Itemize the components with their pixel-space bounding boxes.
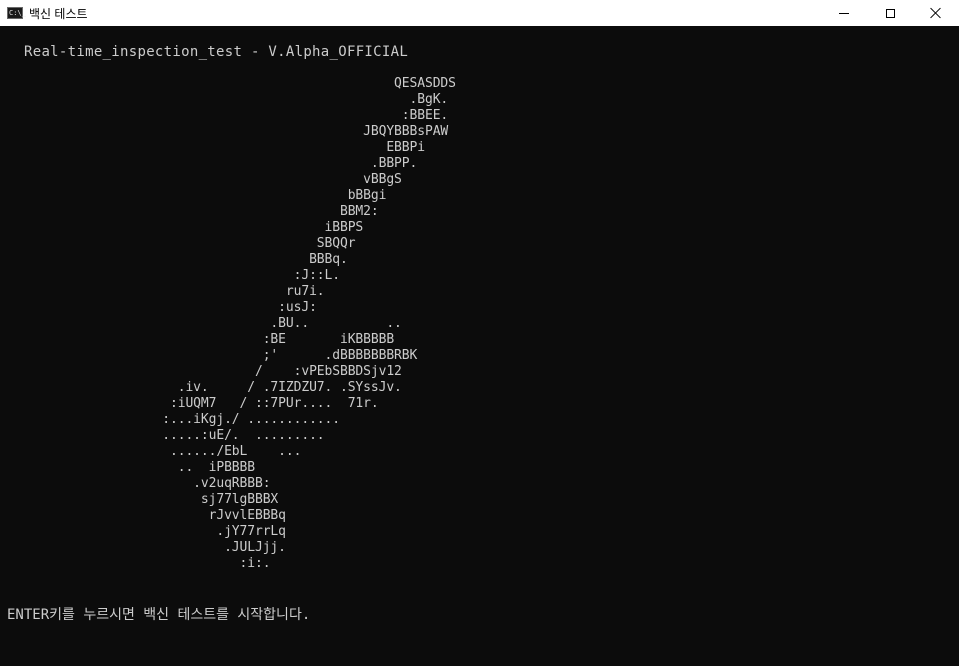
ascii-art-line: :BBEE. [0, 108, 449, 123]
ascii-art-line: :iUQM7 / ::7PUr.... 71r. [0, 396, 379, 411]
ascii-art-line: ....../EbL ... [0, 444, 302, 459]
maximize-icon [885, 8, 895, 18]
ascii-art-line: .BgK. [0, 92, 449, 107]
maximize-button[interactable] [867, 0, 913, 26]
ascii-art-line: vBBgS [0, 172, 402, 187]
window-controls [821, 0, 959, 26]
ascii-art-line: BBM2: [0, 204, 379, 219]
ascii-art-line: JBQYBBBsPAW [0, 124, 449, 139]
ascii-art-line: iBBPS [0, 220, 364, 235]
window-title: 백신 테스트 [29, 6, 88, 21]
ascii-art-line: .BU.. .. [0, 316, 402, 331]
ascii-art-line: ru7i. [0, 284, 325, 299]
console-app-icon[interactable]: C:\_ [7, 7, 26, 19]
ascii-art: QESASDDS .BgK. :BBEE. JBQYBBBsPAW EBBPi … [0, 76, 456, 572]
enter-prompt-text: ENTER키를 누르시면 백신 테스트를 시작합니다. [7, 607, 311, 623]
ascii-art-line: QESASDDS [0, 76, 456, 91]
ascii-art-line: .iv. / .7IZDZU7. .SYssJv. [0, 380, 402, 395]
title-bar[interactable]: C:\_ 백신 테스트 [0, 0, 959, 26]
minimize-button[interactable] [821, 0, 867, 26]
ascii-art-line: / :vPEbSBBDSjv12 [0, 364, 402, 379]
ascii-art-line: :...iKgj./ ............ [0, 412, 340, 427]
ascii-art-line: :i:. [0, 556, 271, 571]
ascii-art-line: .....:uE/. ......... [0, 428, 325, 443]
ascii-art-line: :usJ: [0, 300, 317, 315]
ascii-art-line: .. iPBBBB [0, 460, 255, 475]
close-button[interactable] [913, 0, 959, 26]
console-output[interactable]: Real-time_inspection_test - V.Alpha_OFFI… [0, 26, 959, 666]
ascii-art-line: .BBPP. [0, 156, 418, 171]
ascii-art-line: ;' .dBBBBBBBRBK [0, 348, 418, 363]
ascii-art-line: rJvvlEBBBq [0, 508, 286, 523]
ascii-art-line: sj77lgBBBX [0, 492, 279, 507]
ascii-art-line: .jY77rrLq [0, 524, 286, 539]
console-app-icon-label: C:\_ [9, 9, 26, 17]
ascii-art-line: .v2uqRBBB: [0, 476, 271, 491]
ascii-art-line: .JULJjj. [0, 540, 286, 555]
ascii-art-line: SBQQr [0, 236, 356, 251]
ascii-art-line: :BE iKBBBBB [0, 332, 395, 347]
ascii-art-line: BBBq. [0, 252, 348, 267]
ascii-art-line: bBBgi [0, 188, 387, 203]
close-icon [930, 7, 942, 19]
ascii-art-line: :J::L. [0, 268, 340, 283]
minimize-icon [839, 12, 849, 14]
ascii-art-line: EBBPi [0, 140, 425, 155]
console-header-text: Real-time_inspection_test - V.Alpha_OFFI… [24, 44, 409, 60]
